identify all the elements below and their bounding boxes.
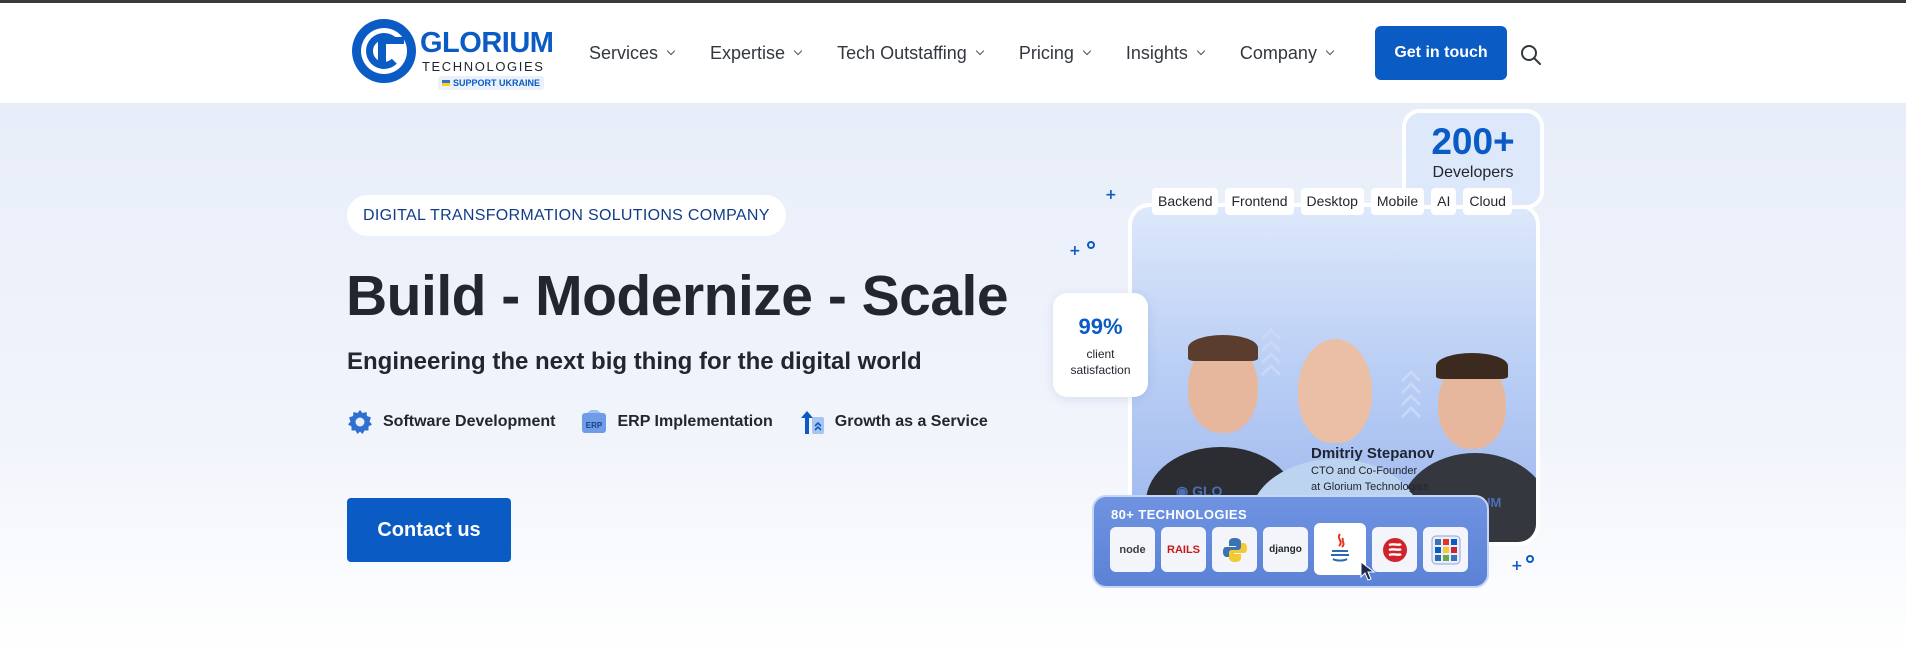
service-label: Growth as a Service <box>834 413 988 430</box>
chevron-down-icon <box>1325 46 1335 56</box>
technologies-label: 80+ TECHNOLOGIES <box>1111 507 1248 522</box>
chevron-up-decoration <box>1400 369 1422 419</box>
nav-label: Insights <box>1125 42 1188 63</box>
gear-icon <box>348 410 372 434</box>
java-icon <box>1314 523 1366 575</box>
nav-expertise[interactable]: Expertise <box>710 42 803 64</box>
service-list: Software Development ERP ERP Implementat… <box>347 409 1014 435</box>
chevron-down-icon <box>1082 46 1092 56</box>
tag-cloud: Cloud <box>1463 188 1512 215</box>
erp-icon: ERP <box>582 410 607 433</box>
logo-name: GLORIUM <box>420 27 554 59</box>
tag-backend: Backend <box>1152 188 1219 215</box>
person-role: CTO and Co-Founder <box>1311 465 1418 477</box>
logo-subtitle: TECHNOLOGIES <box>422 59 545 74</box>
plus-decoration: + <box>1105 187 1117 203</box>
ring-decoration <box>1087 241 1095 249</box>
service-software-development[interactable]: Software Development <box>347 409 555 435</box>
person-caption: Dmitriy Stepanov CTO and Co-Founder at G… <box>1311 445 1434 494</box>
nav-label: Pricing <box>1018 42 1074 63</box>
svg-text:ERP: ERP <box>586 421 603 430</box>
tag-ai: AI <box>1431 188 1457 215</box>
rails-label: RAILS <box>1167 543 1200 556</box>
nodejs-label: node <box>1119 543 1146 556</box>
ukraine-flag-icon <box>442 80 450 86</box>
chevron-up-decoration <box>1260 327 1282 377</box>
growth-arrow-icon <box>800 411 824 434</box>
chevron-down-icon <box>793 46 803 56</box>
plus-decoration: + <box>1069 243 1081 259</box>
glorium-logo-icon <box>352 19 416 83</box>
scala-icon <box>1372 527 1417 572</box>
django-icon: django <box>1263 527 1308 572</box>
chevron-down-icon <box>1196 46 1206 56</box>
nav-services[interactable]: Services <box>589 42 676 64</box>
hero-headline: Build - Modernize - Scale <box>346 264 1009 328</box>
hero-pill-label: DIGITAL TRANSFORMATION SOLUTIONS COMPANY <box>347 195 786 236</box>
chevron-down-icon <box>975 46 985 56</box>
nav-label: Services <box>589 42 659 63</box>
technology-logos: node RAILS django <box>1110 523 1474 575</box>
nav-tech-outstaffing[interactable]: Tech Outstaffing <box>837 42 985 64</box>
plus-decoration: + <box>1511 558 1523 574</box>
more-technologies-icon <box>1423 527 1468 572</box>
nav-label: Expertise <box>710 42 786 63</box>
person-name: Dmitriy Stepanov <box>1311 445 1435 462</box>
satisfaction-label-line: client <box>1086 347 1115 361</box>
mouse-cursor-icon <box>1360 561 1376 581</box>
tag-desktop: Desktop <box>1300 188 1364 215</box>
main-nav: Services Expertise Tech Outstaffing Pric… <box>589 3 1369 103</box>
rails-icon: RAILS <box>1161 527 1206 572</box>
hero-section: DIGITAL TRANSFORMATION SOLUTIONS COMPANY… <box>0 103 1906 655</box>
nav-pricing[interactable]: Pricing <box>1018 42 1092 64</box>
search-icon[interactable] <box>1520 44 1542 66</box>
nodejs-icon: node <box>1110 527 1155 572</box>
tech-area-tags: Backend Frontend Desktop Mobile AI Cloud <box>1152 188 1519 215</box>
satisfaction-value: 99% <box>1078 314 1123 339</box>
service-erp-implementation[interactable]: ERP ERP Implementation <box>581 409 773 435</box>
technologies-panel: 80+ TECHNOLOGIES node RAILS django <box>1092 495 1489 588</box>
support-ukraine-badge[interactable]: SUPPORT UKRAINE <box>438 76 545 90</box>
service-label: Software Development <box>383 413 556 430</box>
get-in-touch-button[interactable]: Get in touch <box>1375 26 1507 80</box>
glorium-logo[interactable]: GLORIUM TECHNOLOGIES SUPPORT UKRAINE <box>352 17 558 93</box>
ring-decoration <box>1526 555 1534 563</box>
developers-label: Developers <box>1432 164 1514 181</box>
tag-mobile: Mobile <box>1370 188 1425 215</box>
nav-company[interactable]: Company <box>1239 42 1335 64</box>
nav-label: Tech Outstaffing <box>837 42 967 63</box>
service-label: ERP Implementation <box>617 413 773 430</box>
hero-subheadline: Engineering the next big thing for the d… <box>347 348 922 375</box>
service-growth-as-a-service[interactable]: Growth as a Service <box>799 409 988 435</box>
tag-frontend: Frontend <box>1225 188 1294 215</box>
developers-count: 200+ <box>1431 121 1515 162</box>
site-header: GLORIUM TECHNOLOGIES SUPPORT UKRAINE Ser… <box>0 3 1906 103</box>
person-role: at Glorium Technologies <box>1311 481 1429 493</box>
support-ukraine-label: SUPPORT UKRAINE <box>453 78 541 88</box>
contact-us-button[interactable]: Contact us <box>347 498 511 562</box>
python-icon <box>1212 527 1257 572</box>
nav-label: Company <box>1239 42 1317 63</box>
nav-insights[interactable]: Insights <box>1125 42 1206 64</box>
satisfaction-label: client satisfaction <box>1053 346 1148 378</box>
satisfaction-label-line: satisfaction <box>1070 363 1131 377</box>
satisfaction-stat-card: 99% client satisfaction <box>1053 293 1148 397</box>
django-label: django <box>1269 544 1302 555</box>
chevron-down-icon <box>666 46 676 56</box>
